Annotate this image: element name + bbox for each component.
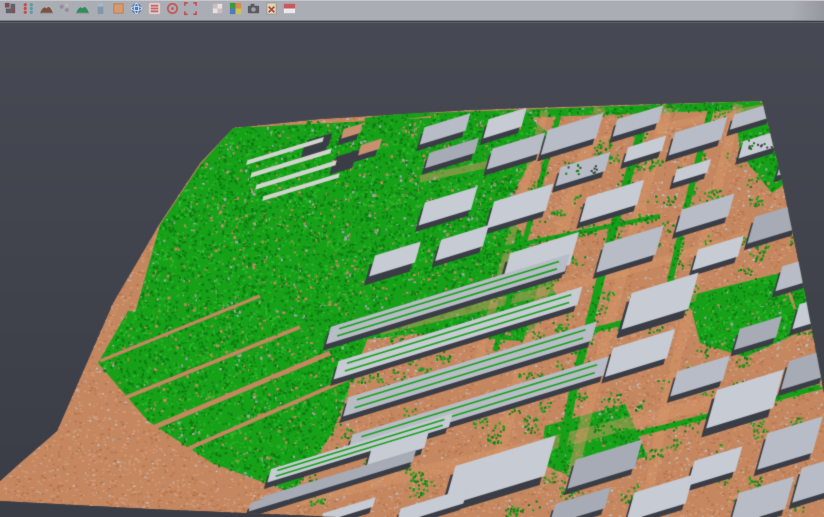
toolbar-separator [199, 2, 208, 19]
delete-points-icon [264, 1, 279, 21]
main-toolbar [0, 0, 824, 21]
target-circle-icon [165, 1, 180, 21]
profile-section-icon [93, 1, 108, 21]
point-cloud-icon [3, 1, 18, 21]
terrain-green-icon [75, 1, 90, 21]
grid-checker-button[interactable] [209, 2, 226, 19]
terrain-green-button[interactable] [74, 2, 91, 19]
flag-red-icon [282, 1, 297, 21]
classification-palette-button[interactable] [227, 2, 244, 19]
classification-palette-icon [228, 1, 243, 21]
ortho-image-icon [111, 1, 126, 21]
ortho-image-button[interactable] [110, 2, 127, 19]
point-picking-button[interactable] [56, 2, 73, 19]
align-point-pairs-button[interactable] [20, 2, 37, 19]
camera-icon [246, 1, 261, 21]
grid-checker-icon [210, 1, 225, 21]
flag-red-button[interactable] [281, 2, 298, 19]
zoom-extent-icon [183, 1, 198, 21]
3d-viewport [0, 22, 824, 517]
terrain-brown-icon [39, 1, 54, 21]
layers-icon [147, 1, 162, 21]
globe-icon [129, 1, 144, 21]
camera-button[interactable] [245, 2, 262, 19]
point-cloud-button[interactable] [2, 2, 19, 19]
point-cloud-render[interactable] [0, 23, 824, 517]
app-window [0, 0, 824, 517]
point-picking-icon [57, 1, 72, 21]
terrain-brown-button[interactable] [38, 2, 55, 19]
zoom-extent-button[interactable] [182, 2, 199, 19]
layers-button[interactable] [146, 2, 163, 19]
target-circle-button[interactable] [164, 2, 181, 19]
globe-button[interactable] [128, 2, 145, 19]
delete-points-button[interactable] [263, 2, 280, 19]
align-point-pairs-icon [21, 1, 36, 21]
profile-section-button[interactable] [92, 2, 109, 19]
